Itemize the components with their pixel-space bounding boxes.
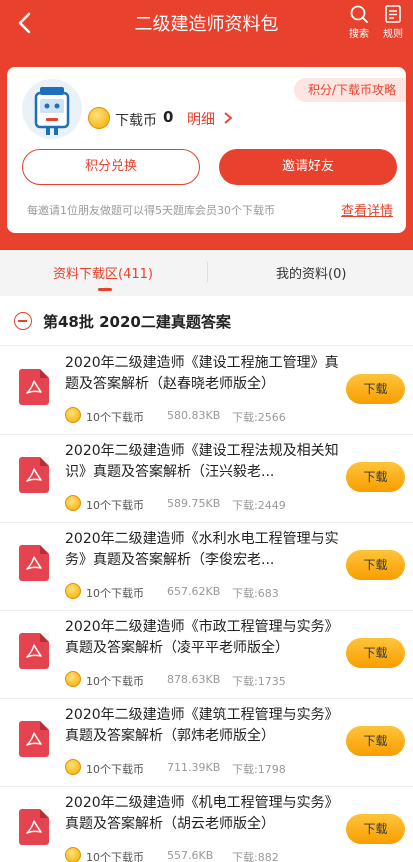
item-title[interactable]: 2020年二级建造师《机电工程管理与实务》真题及答案解析（胡云老师版全） (65, 793, 340, 835)
pdf-file-icon (19, 369, 49, 405)
chevron-right-icon (224, 112, 233, 124)
item-download-count: 下载:882 (232, 851, 279, 862)
tab-divider (207, 262, 208, 282)
tab-download-area[interactable]: 资料下载区(411) (53, 263, 153, 282)
search-button[interactable]: 搜索 (342, 4, 376, 40)
coin-icon (88, 107, 110, 129)
download-button[interactable]: 下载 (346, 374, 405, 404)
pdf-file-icon (19, 633, 49, 669)
active-tab-indicator (98, 288, 112, 291)
download-button[interactable]: 下载 (346, 726, 405, 756)
item-file-size: 557.6KB (167, 849, 214, 862)
coin-balance: 0 (163, 108, 174, 126)
item-cost: 10个下载币 (86, 587, 144, 600)
item-file-size: 657.62KB (167, 585, 221, 598)
list-item[interactable]: 2020年二级建造师《建筑工程管理与实务》真题及答案解析（郭炜老师版全） 10个下… (0, 699, 413, 787)
batch-title: 第48批 2020二建真题答案 (43, 313, 231, 331)
item-download-count: 下载:2449 (232, 499, 286, 512)
rules-button[interactable]: 规则 (376, 4, 410, 40)
list-item[interactable]: 2020年二级建造师《机电工程管理与实务》真题及答案解析（胡云老师版全） 10个下… (0, 787, 413, 862)
coin-icon (65, 495, 81, 511)
list-item[interactable]: 2020年二级建造师《建设工程施工管理》真题及答案解析（赵春晓老师版全） 10个下… (0, 347, 413, 435)
coin-label: 下载币 (115, 113, 157, 129)
download-button[interactable]: 下载 (346, 638, 405, 668)
pdf-file-icon (19, 809, 49, 845)
pdf-file-icon (19, 545, 49, 581)
download-button[interactable]: 下载 (346, 814, 405, 844)
item-file-size: 711.39KB (167, 761, 221, 774)
avatar[interactable] (22, 79, 82, 139)
coin-detail-label: 明细 (187, 112, 215, 128)
item-download-count: 下载:1735 (232, 675, 286, 688)
item-title[interactable]: 2020年二级建造师《水利水电工程管理与实务》真题及答案解析（李俊宏老... (65, 529, 340, 571)
item-download-count: 下载:2566 (232, 411, 286, 424)
download-button[interactable]: 下载 (346, 550, 405, 580)
batch-header[interactable]: 第48批 2020二建真题答案 (0, 296, 413, 346)
pdf-file-icon (19, 457, 49, 493)
item-title[interactable]: 2020年二级建造师《建设工程法规及相关知识》真题及答案解析（汪兴毅老... (65, 441, 340, 483)
coin-icon (65, 583, 81, 599)
top-nav-bar: 二级建造师资料包 搜索 规则 (0, 0, 413, 48)
item-title[interactable]: 2020年二级建造师《市政工程管理与实务》真题及答案解析（凌平平老师版全） (65, 617, 340, 659)
download-button[interactable]: 下载 (346, 462, 405, 492)
search-label: 搜索 (349, 29, 369, 40)
item-file-size: 580.83KB (167, 409, 221, 422)
search-icon (350, 5, 368, 23)
item-cost: 10个下载币 (86, 763, 144, 776)
view-details-link[interactable]: 查看详情 (341, 200, 393, 219)
document-icon (385, 5, 401, 23)
list-item[interactable]: 2020年二级建造师《建设工程法规及相关知识》真题及答案解析（汪兴毅老... 10… (0, 435, 413, 523)
points-exchange-button[interactable]: 积分兑换 (22, 149, 200, 185)
item-cost: 10个下载币 (86, 851, 144, 862)
item-cost: 10个下载币 (86, 411, 144, 424)
invite-tip: 每邀请1位朋友做题可以得5天题库会员30个下载币 (27, 204, 275, 217)
list-item[interactable]: 2020年二级建造师《水利水电工程管理与实务》真题及答案解析（李俊宏老... 10… (0, 523, 413, 611)
item-file-size: 589.75KB (167, 497, 221, 510)
item-cost: 10个下载币 (86, 499, 144, 512)
item-file-size: 878.63KB (167, 673, 221, 686)
rules-label: 规则 (383, 29, 403, 40)
invite-friends-button[interactable]: 邀请好友 (219, 149, 397, 185)
coin-icon (65, 759, 81, 775)
item-title[interactable]: 2020年二级建造师《建筑工程管理与实务》真题及答案解析（郭炜老师版全） (65, 705, 340, 747)
strategy-tag[interactable]: 积分/下载币攻略 (293, 78, 406, 102)
tab-my-materials[interactable]: 我的资料(0) (276, 263, 346, 282)
item-cost: 10个下载币 (86, 675, 144, 688)
item-title[interactable]: 2020年二级建造师《建设工程施工管理》真题及答案解析（赵春晓老师版全） (65, 353, 340, 395)
material-list: 第48批 2020二建真题答案 2020年二级建造师《建设工程施工管理》真题及答… (0, 296, 413, 862)
list-item[interactable]: 2020年二级建造师《市政工程管理与实务》真题及答案解析（凌平平老师版全） 10个… (0, 611, 413, 699)
robot-mascot-icon (34, 87, 70, 135)
collapse-icon[interactable] (14, 312, 32, 330)
pdf-file-icon (19, 721, 49, 757)
coin-icon (65, 671, 81, 687)
coin-icon (65, 847, 81, 862)
coin-detail-link[interactable]: 明细 (187, 109, 233, 129)
item-download-count: 下载:1798 (232, 763, 286, 776)
item-download-count: 下载:683 (232, 587, 279, 600)
tab-bar: 资料下载区(411) 我的资料(0) (0, 250, 413, 295)
coin-icon (65, 407, 81, 423)
